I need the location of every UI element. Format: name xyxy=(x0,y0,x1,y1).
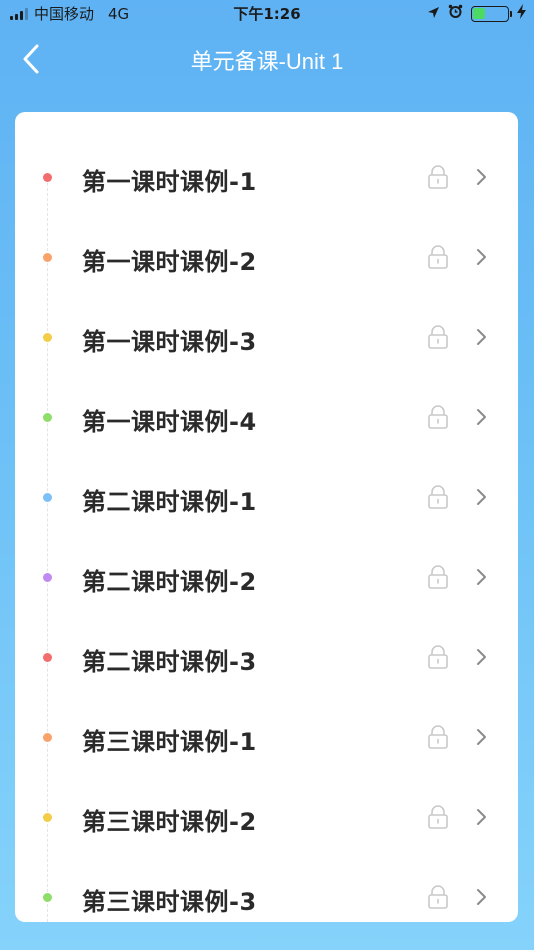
battery-icon xyxy=(471,5,512,22)
timeline-dot xyxy=(43,813,52,822)
lesson-label: 第一课时课例-3 xyxy=(82,328,257,356)
lesson-item[interactable]: 第一课时课例-3 xyxy=(15,298,518,378)
lock-icon xyxy=(427,805,449,833)
lock-icon xyxy=(427,485,449,513)
lesson-label: 第一课时课例-4 xyxy=(82,408,257,436)
chevron-right-icon xyxy=(476,328,487,350)
lesson-item[interactable]: 第三课时课例-2 xyxy=(15,778,518,858)
chevron-right-icon xyxy=(476,648,487,670)
lock-icon xyxy=(427,885,449,913)
page-title: 单元备课-Unit 1 xyxy=(190,49,344,74)
status-right xyxy=(427,4,526,23)
lesson-item[interactable]: 第三课时课例-3 xyxy=(15,858,518,922)
timeline-dot xyxy=(43,493,52,502)
battery-level-fill xyxy=(473,7,485,19)
lesson-label: 第三课时课例-2 xyxy=(82,808,257,836)
lesson-list: 第一课时课例-1 第一课时课例-2 第一课时课例-3 第一课时课例-4 第二课时… xyxy=(15,138,518,922)
status-bar: 中国移动 4G 下午1:26 xyxy=(0,0,534,26)
lock-icon xyxy=(427,645,449,673)
lock-icon xyxy=(427,325,449,353)
lesson-item[interactable]: 第二课时课例-2 xyxy=(15,538,518,618)
location-arrow-icon xyxy=(427,5,440,23)
chevron-right-icon xyxy=(476,568,487,590)
lesson-label: 第一课时课例-1 xyxy=(82,168,257,196)
chevron-right-icon xyxy=(476,888,487,910)
chevron-right-icon xyxy=(476,728,487,750)
lesson-label: 第三课时课例-1 xyxy=(82,728,257,756)
lock-icon xyxy=(427,565,449,593)
chevron-right-icon xyxy=(476,488,487,510)
alarm-clock-icon xyxy=(448,4,463,23)
lesson-item[interactable]: 第二课时课例-3 xyxy=(15,618,518,698)
lock-icon xyxy=(427,165,449,193)
lesson-item[interactable]: 第一课时课例-2 xyxy=(15,218,518,298)
timeline-dot xyxy=(43,333,52,342)
timeline-dot xyxy=(43,893,52,902)
chevron-right-icon xyxy=(476,248,487,270)
timeline-dot xyxy=(43,653,52,662)
lesson-label: 第三课时课例-3 xyxy=(82,888,257,916)
navigation-bar: 单元备课-Unit 1 xyxy=(0,30,534,88)
lesson-label: 第二课时课例-2 xyxy=(82,568,257,596)
lesson-item[interactable]: 第三课时课例-1 xyxy=(15,698,518,778)
lesson-item[interactable]: 第一课时课例-4 xyxy=(15,378,518,458)
chevron-right-icon xyxy=(476,168,487,190)
charging-bolt-icon xyxy=(517,4,526,23)
lesson-label: 第二课时课例-1 xyxy=(82,488,257,516)
timeline-dot xyxy=(43,413,52,422)
timeline-dot xyxy=(43,573,52,582)
chevron-right-icon xyxy=(476,808,487,830)
lock-icon xyxy=(427,725,449,753)
timeline-dot xyxy=(43,173,52,182)
timeline-dot xyxy=(43,253,52,262)
timeline-dot xyxy=(43,733,52,742)
lock-icon xyxy=(427,245,449,273)
chevron-right-icon xyxy=(476,408,487,430)
lesson-card: 第一课时课例-1 第一课时课例-2 第一课时课例-3 第一课时课例-4 第二课时… xyxy=(15,112,518,922)
lesson-label: 第二课时课例-3 xyxy=(82,648,257,676)
lesson-label: 第一课时课例-2 xyxy=(82,248,257,276)
lesson-item[interactable]: 第二课时课例-1 xyxy=(15,458,518,538)
lesson-item[interactable]: 第一课时课例-1 xyxy=(15,138,518,218)
lock-icon xyxy=(427,405,449,433)
